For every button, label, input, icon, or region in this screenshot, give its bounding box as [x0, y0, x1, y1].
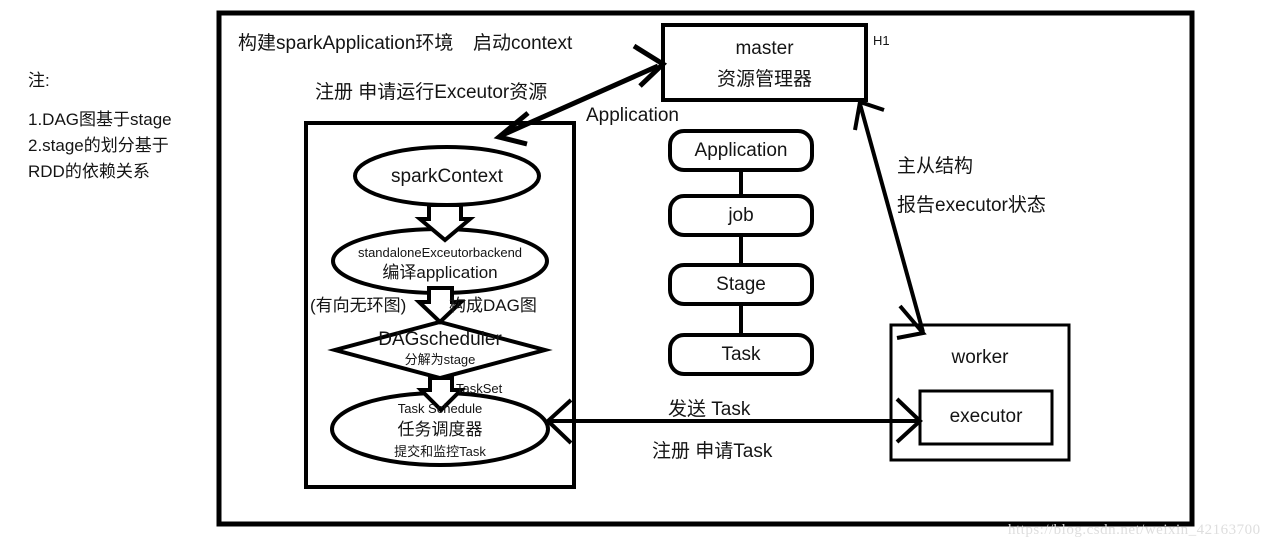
backend-label-line1: standaloneExceutorbackend: [357, 245, 523, 260]
edge-label-report-executor: 报告executor状态: [897, 195, 1046, 216]
note-title: 注:: [28, 71, 50, 90]
backend-label-line2: 编译application: [382, 263, 498, 282]
heading-build-env: 构建sparkApplication环境: [238, 33, 454, 54]
pipeline-label-task: Task: [721, 344, 761, 365]
diagram-svg: [216, 10, 1195, 527]
note-line-2: 2.stage的划分基于: [28, 136, 169, 155]
edge-label-taskset: TaskSet: [456, 381, 503, 396]
block-arrow-context-backend: [414, 203, 476, 243]
edge-label-send-task: 发送 Task: [668, 399, 751, 420]
dagscheduler-label: DAGscheduler: [378, 329, 502, 350]
edge-label-dag-right: 构成DAG图: [449, 296, 537, 315]
edge-label-dag-left: (有向无环图): [310, 296, 407, 315]
master-tag: H1: [873, 33, 890, 48]
taskschedule-line3: 提交和监控Task: [394, 444, 486, 459]
pipeline-label-stage: Stage: [716, 274, 766, 295]
arrowhead-to-master: [632, 43, 668, 88]
executor-label: executor: [949, 406, 1023, 427]
note-line-3: RDD的依赖关系: [28, 162, 150, 181]
arrowhead-to-master-2: [853, 99, 885, 131]
pipeline-label-job: job: [728, 205, 754, 226]
heading-start-context: 启动context: [473, 33, 573, 54]
edge-label-register-task: 注册 申请Task: [652, 441, 773, 462]
taskschedule-line2: 任务调度器: [397, 420, 483, 439]
diagram-canvas: 注: 1.DAG图基于stage 2.stage的划分基于 RDD的依赖关系 构…: [0, 0, 1280, 545]
master-subtitle: 资源管理器: [716, 69, 812, 90]
pipeline-label-application: Application: [694, 140, 788, 161]
watermark: https://blog.csdn.net/weixin_42163700: [1008, 522, 1261, 538]
sparkcontext-label: sparkContext: [391, 166, 503, 187]
dagscheduler-sublabel: 分解为stage: [404, 352, 476, 367]
heading-register-request: 注册 申请运行Exceutor资源: [315, 82, 548, 103]
taskschedule-line1: Task Schedule: [397, 401, 483, 416]
note-line-1: 1.DAG图基于stage: [28, 110, 172, 129]
edge-master-worker: [858, 103, 925, 333]
master-title: master: [735, 38, 794, 59]
edge-label-application: Application: [586, 105, 679, 126]
edge-label-master-slave: 主从结构: [897, 156, 974, 177]
worker-label: worker: [951, 347, 1009, 368]
